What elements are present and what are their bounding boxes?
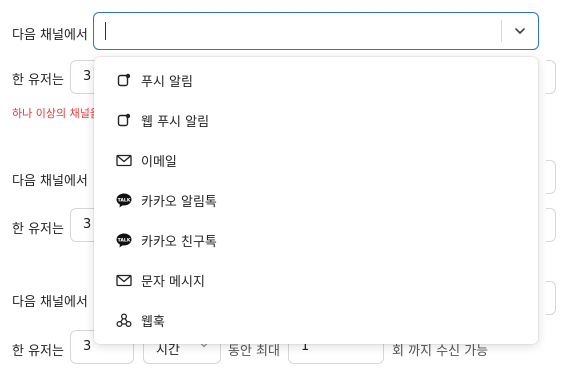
menu-item-kakao-friendtalk[interactable]: TALK 카카오 친구톡 bbox=[94, 220, 538, 260]
channel-label-2: 다음 채널에서 bbox=[12, 174, 88, 189]
menu-item-kakao-alimtalk[interactable]: TALK 카카오 알림톡 bbox=[94, 180, 538, 220]
menu-item-label: 웹 푸시 알림 bbox=[141, 114, 210, 130]
menu-item-label: 웹훅 bbox=[141, 314, 165, 330]
menu-item-label: 이메일 bbox=[141, 154, 177, 170]
unit-select-value: 시간 bbox=[156, 343, 180, 358]
row2-right-field[interactable] bbox=[546, 208, 556, 242]
row3-select-edge[interactable] bbox=[546, 281, 556, 315]
mail-icon bbox=[116, 272, 132, 288]
channel-dropdown-menu: 푸시 알림 웹 푸시 알림 이메일 TALK 카카오 알림톡 TALK 카카오 … bbox=[94, 57, 538, 344]
channel-label-1: 다음 채널에서 bbox=[12, 28, 88, 43]
mail-icon bbox=[116, 152, 132, 168]
webhook-icon bbox=[116, 312, 132, 328]
talk-icon: TALK bbox=[116, 232, 132, 248]
row2-select-edge[interactable] bbox=[546, 160, 556, 194]
select-separator bbox=[501, 20, 502, 42]
menu-item-webhook[interactable]: 웹훅 bbox=[94, 300, 538, 340]
user-label-3: 한 유저는 bbox=[12, 344, 64, 359]
menu-item-sms[interactable]: 문자 메시지 bbox=[94, 260, 538, 300]
row1-right-field[interactable] bbox=[546, 60, 556, 94]
talk-icon: TALK bbox=[116, 192, 132, 208]
menu-item-web-push[interactable]: 웹 푸시 알림 bbox=[94, 100, 538, 140]
menu-item-label: 문자 메시지 bbox=[141, 274, 205, 290]
channel-select[interactable] bbox=[93, 12, 539, 50]
user-label-2: 한 유저는 bbox=[12, 222, 64, 237]
menu-item-label: 푸시 알림 bbox=[141, 74, 193, 90]
menu-item-push[interactable]: 푸시 알림 bbox=[94, 60, 538, 100]
svg-text:TALK: TALK bbox=[118, 197, 131, 203]
push-icon bbox=[116, 112, 132, 128]
svg-text:TALK: TALK bbox=[118, 237, 131, 243]
push-icon bbox=[116, 72, 132, 88]
menu-item-label: 카카오 친구톡 bbox=[141, 234, 217, 250]
error-message: 하나 이상의 채널을 bbox=[12, 107, 100, 120]
user-label-1: 한 유저는 bbox=[12, 73, 64, 88]
channel-label-3: 다음 채널에서 bbox=[12, 295, 88, 310]
menu-item-label: 카카오 알림톡 bbox=[141, 194, 217, 210]
chevron-down-icon[interactable] bbox=[513, 24, 527, 38]
menu-item-email[interactable]: 이메일 bbox=[94, 140, 538, 180]
text-cursor bbox=[105, 22, 106, 40]
